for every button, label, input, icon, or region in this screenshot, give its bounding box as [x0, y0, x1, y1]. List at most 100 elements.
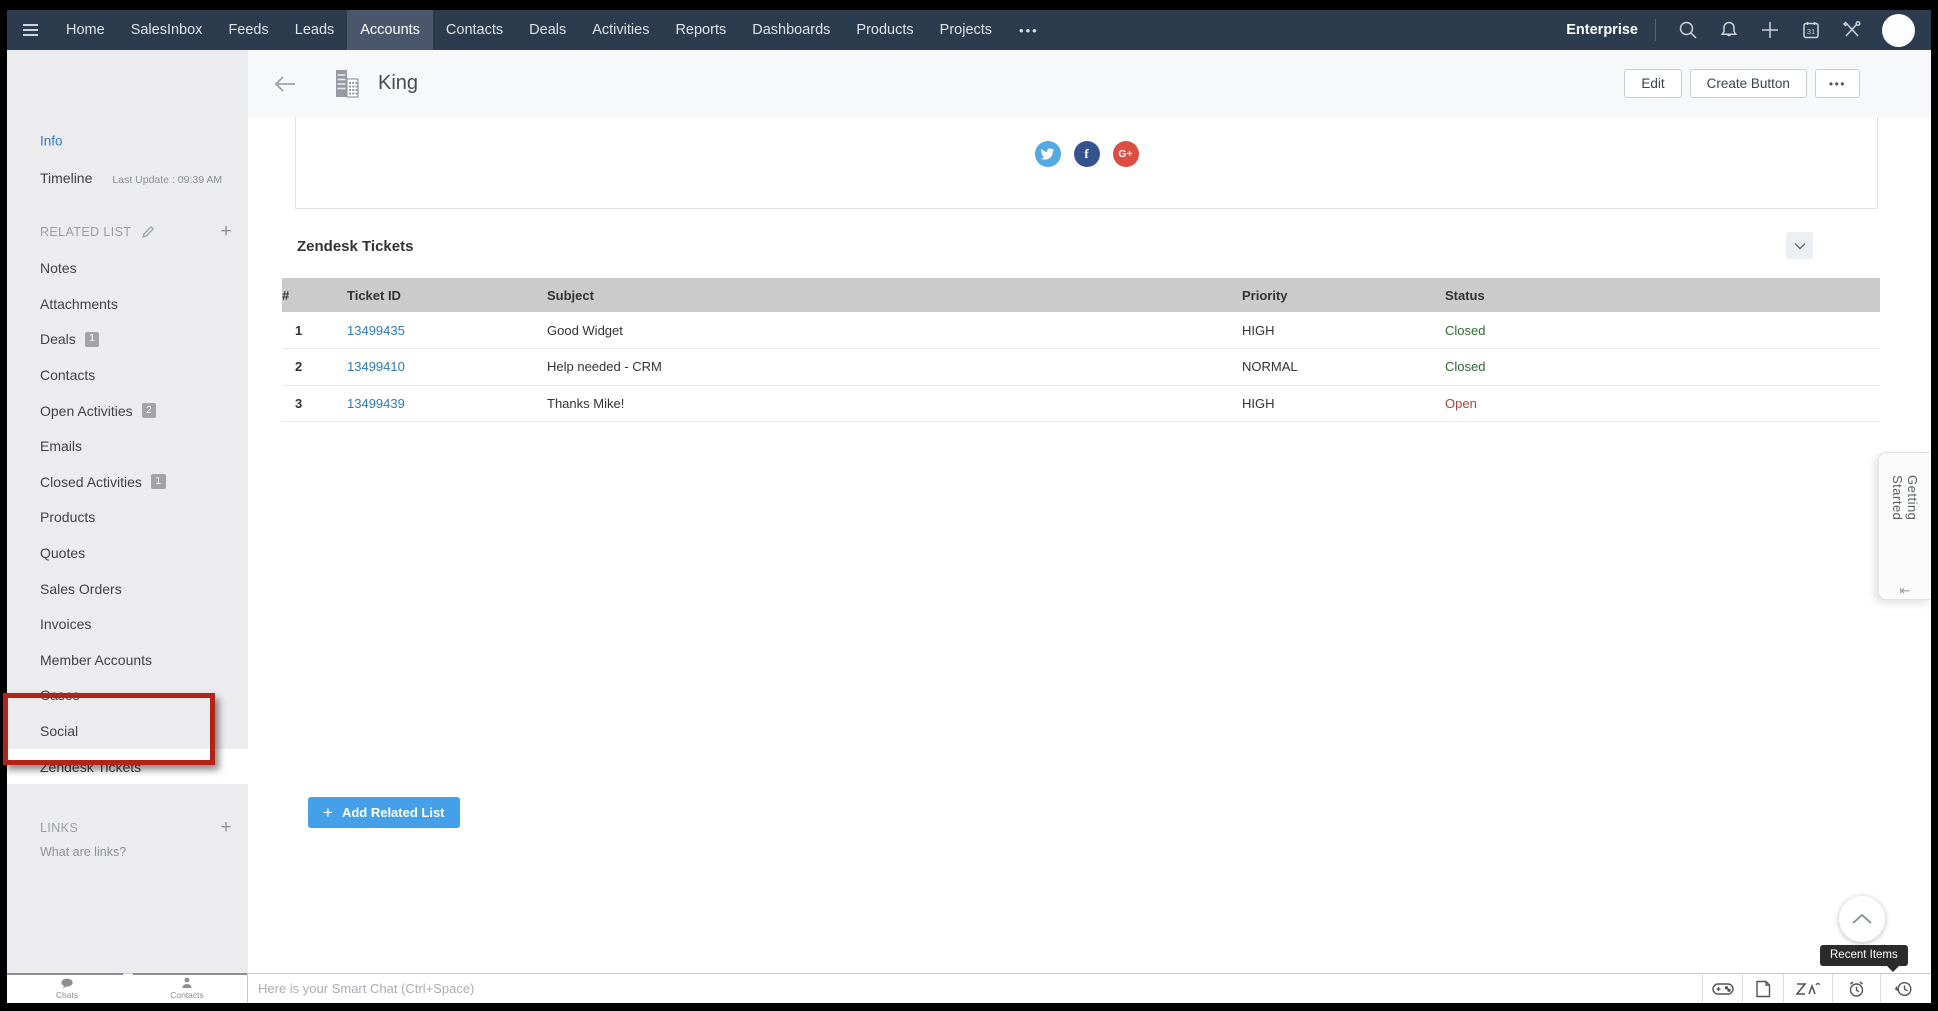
ticket-priority: HIGH — [1242, 312, 1445, 349]
sidebar-related-item[interactable]: Social — [7, 713, 248, 749]
person-icon — [181, 977, 193, 989]
notes-icon[interactable] — [1742, 974, 1783, 1003]
what-are-links[interactable]: What are links? — [40, 845, 126, 859]
sidebar-related-item[interactable]: Deals 1 — [7, 322, 248, 358]
sidebar-related-item[interactable]: Sales Orders — [7, 571, 248, 607]
sidebar-item-label: Social — [40, 723, 78, 739]
record-sidebar: Info Timeline Last Update : 09:39 AM REL… — [7, 50, 248, 973]
links-header: LINKS + — [40, 818, 232, 837]
table-row: 1 13499435 Good Widget HIGH Closed — [282, 312, 1880, 349]
ticket-subject: Good Widget — [547, 312, 1242, 349]
sidebar-related-item[interactable]: Products — [7, 500, 248, 536]
row-number: 2 — [282, 349, 347, 386]
sidebar-related-item[interactable]: Zendesk Tickets — [7, 749, 248, 785]
nav-tab[interactable]: SalesInbox — [118, 10, 216, 50]
record-more-button[interactable]: ••• — [1815, 69, 1860, 98]
sidebar-item-label: Member Accounts — [40, 652, 152, 668]
nav-tab[interactable]: Home — [53, 10, 118, 50]
ticket-id-link[interactable]: 13499435 — [347, 323, 405, 338]
hamburger-menu-icon[interactable] — [7, 10, 53, 50]
sidebar-related-item[interactable]: Notes — [7, 251, 248, 287]
getting-started-tab[interactable]: Getting Started ⇤ — [1878, 452, 1931, 600]
nav-tab[interactable]: Deals — [516, 10, 579, 50]
edit-button[interactable]: Edit — [1624, 69, 1681, 98]
record-title: King — [378, 72, 418, 95]
sidebar-related-item[interactable]: Invoices — [7, 606, 248, 642]
ticket-status: Closed — [1445, 312, 1880, 349]
sidebar-item-label: Notes — [40, 260, 77, 276]
recent-items-icon[interactable] — [1880, 974, 1925, 1003]
notifications-bell-icon[interactable] — [1714, 15, 1744, 45]
count-badge: 2 — [142, 403, 157, 418]
sidebar-related-item[interactable]: Cases — [7, 678, 248, 714]
chats-tab[interactable]: Chats — [7, 974, 127, 1003]
add-related-list-icon[interactable]: + — [221, 222, 233, 241]
sidebar-related-item[interactable]: Contacts — [7, 357, 248, 393]
related-list-title: RELATED LIST — [40, 225, 131, 239]
sidebar-item-info[interactable]: Info — [40, 134, 63, 149]
ticket-subject: Help needed - CRM — [547, 349, 1242, 386]
add-related-list-button[interactable]: + Add Related List — [308, 797, 460, 828]
chevron-up-icon — [1851, 913, 1873, 925]
sidebar-related-item[interactable]: Member Accounts — [7, 642, 248, 678]
add-plus-icon[interactable] — [1755, 15, 1785, 45]
column-header: # — [282, 278, 347, 312]
ticket-priority: NORMAL — [1242, 349, 1445, 386]
nav-tab[interactable]: Projects — [927, 10, 1005, 50]
games-icon[interactable] — [1702, 974, 1742, 1003]
sidebar-item-label: Deals — [40, 331, 76, 347]
search-icon[interactable] — [1673, 15, 1703, 45]
main-nav: HomeSalesInboxFeedsLeadsAccountsContacts… — [53, 10, 1005, 50]
record-header: King Edit Create Button ••• — [248, 50, 1931, 117]
section-collapse-chevron-icon[interactable] — [1786, 232, 1813, 259]
create-button[interactable]: Create Button — [1690, 69, 1807, 98]
table-row: 2 13499410 Help needed - CRM NORMAL Clos… — [282, 349, 1880, 386]
nav-tab[interactable]: Products — [843, 10, 926, 50]
sidebar-related-item[interactable]: Attachments — [7, 286, 248, 322]
nav-more-icon[interactable]: ••• — [1005, 10, 1053, 50]
user-avatar[interactable] — [1882, 14, 1915, 47]
contacts-tab[interactable]: Contacts — [127, 974, 247, 1003]
smart-chat-input[interactable] — [258, 981, 858, 996]
plan-badge: Enterprise — [1566, 22, 1638, 38]
nav-tab[interactable]: Activities — [579, 10, 662, 50]
zia-icon[interactable] — [1783, 974, 1832, 1003]
sidebar-related-item[interactable]: Open Activities 2 — [7, 393, 248, 429]
sidebar-related-item[interactable]: Closed Activities 1 — [7, 464, 248, 500]
google-plus-icon[interactable]: G+ — [1113, 141, 1139, 167]
record-content: f G+ Zendesk Tickets #Ticket IDSubjectPr… — [248, 117, 1931, 973]
sidebar-related-item[interactable]: Quotes — [7, 535, 248, 571]
nav-tab[interactable]: Leads — [282, 10, 348, 50]
add-link-icon[interactable]: + — [221, 818, 233, 837]
setup-tools-icon[interactable] — [1837, 15, 1867, 45]
zendesk-tickets-table: #Ticket IDSubjectPriorityStatus 1 134994… — [282, 278, 1880, 422]
edit-pencil-icon[interactable] — [141, 225, 155, 239]
svg-text:31: 31 — [1807, 27, 1815, 36]
nav-tab[interactable]: Reports — [662, 10, 739, 50]
nav-tab[interactable]: Accounts — [347, 10, 433, 50]
sidebar-item-label: Attachments — [40, 296, 118, 312]
sidebar-item-timeline[interactable]: Timeline — [40, 170, 92, 186]
table-header-row: #Ticket IDSubjectPriorityStatus — [282, 278, 1880, 312]
bottom-right-icons — [1702, 974, 1925, 1003]
navbar-right: Enterprise 31 — [1566, 10, 1931, 50]
bottom-bar: Chats Contacts — [7, 973, 1931, 1003]
facebook-icon[interactable]: f — [1074, 141, 1100, 167]
chat-bubble-icon — [60, 978, 74, 989]
twitter-icon[interactable] — [1035, 141, 1061, 167]
ticket-priority: HIGH — [1242, 385, 1445, 422]
sidebar-related-item[interactable]: Emails — [7, 428, 248, 464]
ticket-id-link[interactable]: 13499439 — [347, 396, 405, 411]
calendar-icon[interactable]: 31 — [1796, 15, 1826, 45]
nav-tab[interactable]: Contacts — [433, 10, 516, 50]
chat-tabs: Chats Contacts — [7, 974, 248, 1003]
ticket-id-link[interactable]: 13499410 — [347, 359, 405, 374]
sidebar-item-label: Cases — [40, 687, 80, 703]
scroll-to-top-button[interactable] — [1839, 896, 1885, 942]
nav-tab[interactable]: Feeds — [215, 10, 281, 50]
back-arrow-icon[interactable] — [272, 74, 298, 94]
nav-tab[interactable]: Dashboards — [739, 10, 843, 50]
reminders-icon[interactable] — [1832, 974, 1880, 1003]
column-header: Subject — [547, 278, 1242, 312]
related-list-header: RELATED LIST + — [40, 222, 232, 241]
